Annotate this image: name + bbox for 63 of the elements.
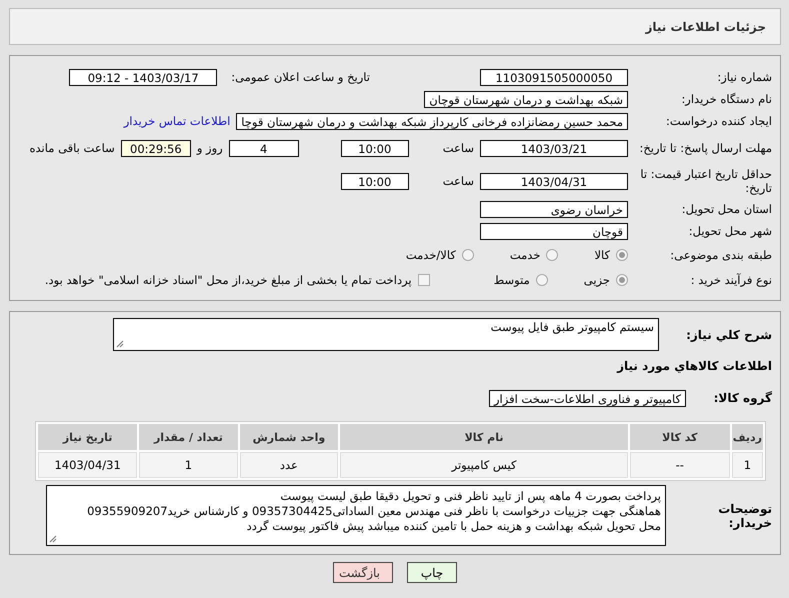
- column-header: تاریخ نیاز: [38, 424, 138, 450]
- checkbox-label: پرداخت تمام یا بخشی از مبلغ خرید،از محل "اسناد خزانه اسلامی" خواهد بود.: [44, 273, 412, 287]
- radio-button[interactable]: [546, 249, 558, 261]
- field-label: نوع فرآیند خرید :: [690, 273, 773, 287]
- field-label: شرح کلي نياز:: [685, 328, 773, 342]
- radio-label: کالا: [594, 248, 610, 262]
- field-label: ساعت: [442, 174, 474, 188]
- field-value: 1403/04/31: [480, 172, 628, 190]
- field-value: 10:00: [340, 172, 409, 190]
- radio-label: متوسط: [494, 273, 530, 287]
- column-header: نام کالا: [340, 424, 628, 450]
- column-header: کد کالا: [630, 424, 730, 450]
- field-value: 1103091505000050: [480, 68, 628, 86]
- table-cell: --: [630, 452, 730, 478]
- field-label: طبقه بندی موضوعی:: [669, 248, 773, 262]
- countdown-value: 00:29:56: [120, 140, 191, 156]
- table-cell: 1403/04/31: [38, 452, 138, 478]
- page-title: جزئیات اطلاعات نیاز: [645, 20, 766, 34]
- field-label: استان محل تحویل:: [680, 202, 773, 216]
- back-button[interactable]: بازگشت: [333, 562, 393, 583]
- field-value: 4: [228, 140, 299, 156]
- description-field[interactable]: سیستم کامپیوتر طبق فایل پیوست: [113, 318, 659, 351]
- radio-button[interactable]: [616, 274, 628, 286]
- table-cell: عدد: [240, 452, 338, 478]
- goods-group-field: کامپیوتر و فناوری اطلاعات-سخت افزار: [488, 390, 686, 406]
- checkbox[interactable]: [418, 274, 430, 286]
- field-value: 1403/03/17 - 09:12: [69, 68, 218, 86]
- column-header: ردیف: [732, 424, 763, 450]
- field-value: 10:00: [340, 140, 409, 156]
- buyer-notes-field[interactable]: پرداخت بصورت 4 ماهه پس از تایید ناظر فنی و تحویل دقیقا طبق لیست پیوست هماهنگی جهت جزییات درخواست با ناظر فنی مهندس معین الساداتی09357304425 و کارشناس خرید09355909207 محل تحویل شبکه بهداشت و هزینه حمل با تامین کننده میباشد پیش فاکتور پیوست گردد: [46, 485, 666, 546]
- section-heading: اطلاعات کالاهاي مورد نياز: [617, 359, 773, 373]
- contact-link[interactable]: اطلاعات تماس خریدار: [124, 114, 230, 128]
- field-label: شماره نیاز:: [716, 70, 773, 84]
- table-cell: 1: [139, 452, 238, 478]
- resize-grip-icon[interactable]: [116, 340, 124, 348]
- radio-button[interactable]: [536, 274, 548, 286]
- field-label: ایجاد کننده درخواست:: [665, 114, 773, 128]
- radio-button[interactable]: [616, 249, 628, 261]
- field-value: شبکه بهداشت و درمان شهرستان قوچان: [424, 90, 628, 108]
- field-value: 1403/03/21: [480, 140, 628, 156]
- field-value: خراسان رضوی: [480, 200, 628, 218]
- field-label: ساعت: [442, 141, 474, 155]
- print-button[interactable]: چاپ: [407, 562, 457, 583]
- field-value: قوچان: [480, 222, 628, 240]
- field-label: حداقل تاریخ اعتبار قیمت: تا تاریخ:: [639, 167, 773, 195]
- radio-label: خدمت: [510, 248, 540, 262]
- radio-button[interactable]: [462, 249, 474, 261]
- column-header: تعداد / مقدار: [139, 424, 238, 450]
- field-label: گروه کالا:: [712, 391, 773, 405]
- field-label: روز و: [196, 141, 223, 155]
- field-label: ساعت باقی مانده: [30, 141, 115, 155]
- field-label: نام دستگاه خریدار:: [680, 92, 773, 106]
- field-value: محمد حسین رمضانزاده فرخانی کارپرداز شبکه بهداشت و درمان شهرستان قوچا: [236, 112, 628, 130]
- resize-grip-icon[interactable]: [49, 535, 57, 543]
- field-label: شهر محل تحویل:: [688, 224, 773, 238]
- table-cell: کیس کامپیوتر: [340, 452, 628, 478]
- field-label: توضیحات خریدار:: [717, 502, 773, 530]
- field-label: تاریخ و ساعت اعلان عمومی:: [231, 70, 370, 84]
- radio-label: جزیی: [584, 273, 610, 287]
- table-cell: 1: [732, 452, 763, 478]
- column-header: واحد شمارش: [240, 424, 338, 450]
- field-label: مهلت ارسال پاسخ: تا تاریخ:: [638, 141, 773, 155]
- radio-label: کالا/خدمت: [406, 248, 456, 262]
